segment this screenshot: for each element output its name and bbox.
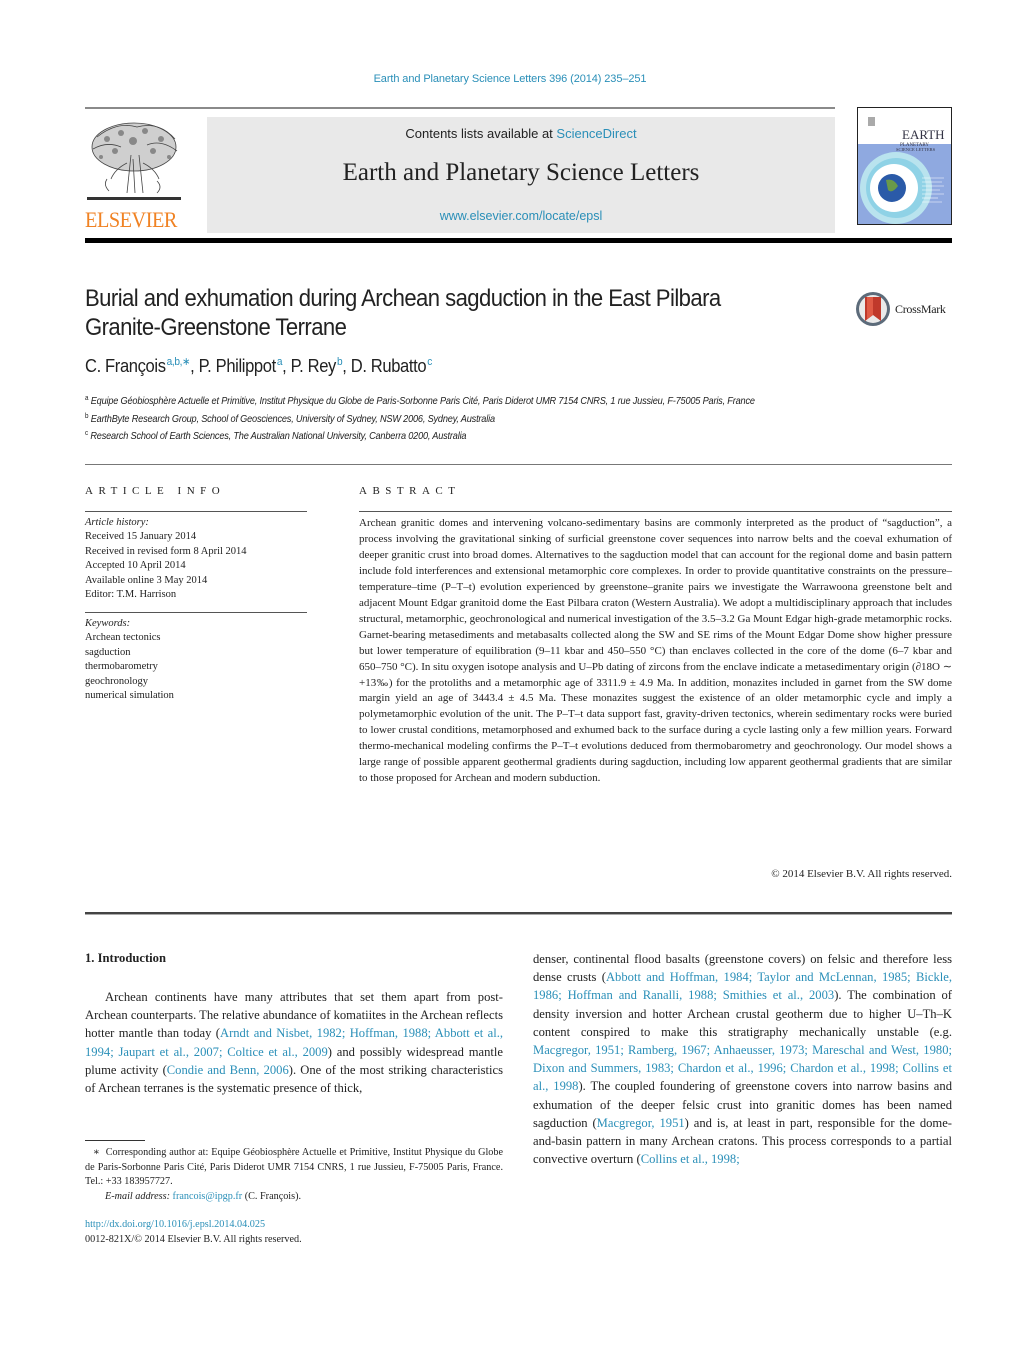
history-item: Accepted 10 April 2014	[85, 560, 186, 572]
history-label: Article history:	[85, 517, 149, 528]
footnote-star: ∗	[93, 1147, 100, 1158]
elsevier-logo[interactable]: ELSEVIER	[85, 119, 185, 232]
elsevier-tree-icon	[87, 119, 181, 203]
history-item: Received 15 January 2014	[85, 531, 197, 543]
keyword-item: thermobarometry	[85, 661, 158, 673]
keywords-label: Keywords:	[85, 618, 131, 629]
footnote-text-block: ∗ Corresponding author at: Equipe Géobio…	[85, 1146, 503, 1190]
section-heading-introduction: 1. Introduction	[85, 951, 166, 965]
abstract-rule	[359, 511, 952, 512]
contents-prefix: Contents lists available at	[405, 126, 557, 141]
abstract-heading: ABSTRACT	[359, 485, 461, 497]
article-info-rule	[85, 511, 307, 512]
author-name[interactable]: P. Philippot	[199, 356, 277, 376]
journal-homepage-link[interactable]: www.elsevier.com/locate/epsl	[207, 209, 835, 223]
contents-available-line: Contents lists available at ScienceDirec…	[207, 126, 835, 141]
header-title-box: Contents lists available at ScienceDirec…	[207, 117, 835, 233]
header-bottom-rule	[85, 238, 952, 243]
footnote-email-line: E-mail address: francois@ipgp.fr (C. Fra…	[85, 1190, 503, 1205]
keyword-item: numerical simulation	[85, 690, 174, 702]
doi-link[interactable]: http://dx.doi.org/10.1016/j.epsl.2014.04…	[85, 1218, 302, 1233]
history-item: Received in revised form 8 April 2014	[85, 545, 247, 557]
email-link[interactable]: francois@ipgp.fr	[173, 1191, 243, 1202]
crossmark-button[interactable]: CrossMark	[855, 290, 955, 330]
author-separator: ,	[342, 356, 351, 376]
keywords-rule	[85, 612, 307, 613]
abstract-copyright: © 2014 Elsevier B.V. All rights reserved…	[771, 868, 952, 880]
author-list: C. François a,b,∗, P. Philippot a, P. Re…	[85, 355, 432, 377]
keyword-item: geochronology	[85, 675, 148, 687]
article-history: Article history: Received 15 January 201…	[85, 516, 307, 602]
journal-citation-link[interactable]: Earth and Planetary Science Letters 396 …	[0, 73, 1020, 85]
elsevier-wordmark: ELSEVIER	[85, 207, 177, 232]
email-label: E-mail address:	[105, 1190, 173, 1202]
affiliation-item: b EarthByte Research Group, School of Ge…	[85, 410, 769, 428]
author-separator: ,	[190, 356, 199, 376]
corresponding-author-footnote: ∗ Corresponding author at: Equipe Géobio…	[85, 1146, 503, 1204]
sciencedirect-link[interactable]: ScienceDirect	[556, 126, 636, 141]
author-name[interactable]: P. Rey	[291, 356, 337, 376]
crossmark-icon	[856, 292, 890, 326]
svg-text:SCIENCE LETTERS: SCIENCE LETTERS	[896, 147, 936, 152]
footer: http://dx.doi.org/10.1016/j.epsl.2014.04…	[85, 1218, 302, 1247]
abstract-text: Archean granitic domes and intervening v…	[359, 517, 952, 785]
journal-name: Earth and Planetary Science Letters	[342, 159, 700, 186]
author-name[interactable]: D. Rubatto	[351, 356, 427, 376]
affiliation-text: EarthByte Research Group, School of Geos…	[90, 413, 495, 425]
intro-right-column: denser, continental flood basalts (green…	[533, 950, 952, 1168]
affiliation-item: a Equipe Géobiosphère Actuelle et Primit…	[85, 392, 769, 410]
keyword-item: Archean tectonics	[85, 632, 161, 644]
article-title: Burial and exhumation during Archean sag…	[85, 285, 721, 341]
header-top-rule	[85, 107, 835, 109]
abstract-bottom-rule-light	[85, 914, 952, 915]
footnote-rule	[85, 1140, 145, 1141]
crossmark-label: CrossMark	[895, 302, 946, 316]
affiliation-key: c	[85, 430, 88, 437]
affiliation-key: b	[85, 412, 89, 420]
history-item: Editor: T.M. Harrison	[85, 589, 177, 601]
email-suffix: (C. François).	[242, 1190, 302, 1202]
journal-cover-image: EARTH PLANETARY SCIENCE LETTERS	[858, 108, 951, 224]
issn-copyright: 0012-821X/© 2014 Elsevier B.V. All right…	[85, 1233, 302, 1245]
history-item: Available online 3 May 2014	[85, 574, 208, 586]
affiliations: a Equipe Géobiosphère Actuelle et Primit…	[85, 392, 769, 445]
intro-left-column: Archean continents have many attributes …	[85, 988, 503, 1097]
author-affil-marker[interactable]: a,b,∗	[167, 356, 191, 368]
keyword-item: sagduction	[85, 646, 131, 658]
citation-link[interactable]: Macgregor, 1951	[597, 1116, 685, 1130]
affiliation-text: Research School of Earth Sciences, The A…	[90, 431, 467, 442]
citation-link[interactable]: Condie and Benn, 2006	[167, 1063, 289, 1077]
article-info-heading: ARTICLE INFO	[85, 485, 226, 497]
journal-cover-thumbnail[interactable]: EARTH PLANETARY SCIENCE LETTERS	[857, 107, 952, 225]
affiliation-key: a	[85, 395, 89, 402]
citation-link[interactable]: Collins et al., 1998;	[641, 1152, 740, 1166]
footnote-text: Corresponding author at: Equipe Géobiosp…	[85, 1147, 503, 1187]
author-name[interactable]: C. François	[85, 356, 166, 376]
affiliation-item: c Research School of Earth Sciences, The…	[85, 427, 769, 445]
keywords: Keywords: Archean tectonics sagduction t…	[85, 617, 307, 703]
affiliation-text: Equipe Géobiosphère Actuelle et Primitiv…	[90, 396, 755, 407]
author-affil-marker[interactable]: c	[427, 356, 432, 368]
svg-text:EARTH: EARTH	[902, 127, 945, 142]
affiliations-divider	[85, 464, 952, 465]
journal-header: ELSEVIER Contents lists available at Sci…	[85, 107, 952, 235]
